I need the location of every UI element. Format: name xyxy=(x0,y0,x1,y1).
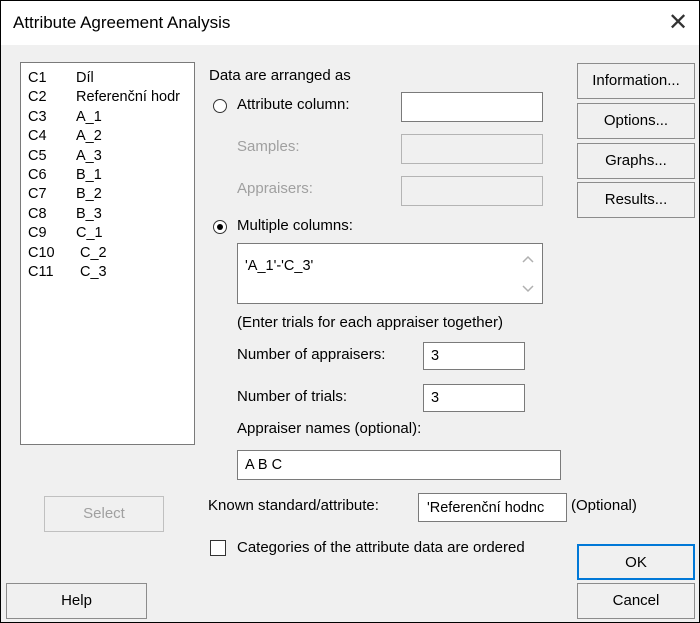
multiple-columns-field[interactable]: 'A_1'-'C_3' xyxy=(237,243,543,304)
attribute-agreement-dialog: Attribute Agreement Analysis ✕ C1 Díl C2 Re… xyxy=(0,0,700,623)
num-appraisers-field[interactable]: 3 xyxy=(423,342,525,370)
attribute-column-label[interactable]: Attribute column: xyxy=(237,96,350,113)
column-id: C9 xyxy=(28,225,47,242)
column-id: C5 xyxy=(28,147,47,164)
results-button[interactable]: Results... xyxy=(577,182,695,218)
column-list-item[interactable]: C3 A_1 xyxy=(28,109,102,125)
column-id: C3 xyxy=(28,108,47,125)
column-name: B_2 xyxy=(76,186,102,203)
column-id: C1 xyxy=(28,70,47,86)
close-icon[interactable]: ✕ xyxy=(663,7,693,37)
attribute-column-radio[interactable] xyxy=(213,99,227,113)
column-id: C10 xyxy=(28,244,55,261)
column-list-item[interactable]: C6 B_1 xyxy=(28,167,102,183)
column-name: C_2 xyxy=(80,244,107,261)
options-button[interactable]: Options... xyxy=(577,103,695,139)
column-name: B_1 xyxy=(76,167,102,183)
trials-hint: (Enter trials for each appraiser togethe… xyxy=(237,314,503,331)
ordered-categories-label[interactable]: Categories of the attribute data are ord… xyxy=(237,539,525,556)
multiple-columns-value: 'A_1'-'C_3' xyxy=(245,258,314,274)
appraiser-names-field[interactable]: A B C xyxy=(237,450,561,480)
column-name: B_3 xyxy=(76,205,102,222)
select-button[interactable]: Select xyxy=(44,496,164,532)
column-name: Referenční hodr xyxy=(76,89,180,106)
column-list-item[interactable]: C7 B_2 xyxy=(28,186,102,202)
column-list-item[interactable]: C8 B_3 xyxy=(28,206,102,222)
multiple-columns-label[interactable]: Multiple columns: xyxy=(237,217,353,234)
cancel-button[interactable]: Cancel xyxy=(577,583,695,619)
column-id: C4 xyxy=(28,128,47,145)
ok-button[interactable]: OK xyxy=(577,544,695,580)
column-list-item[interactable]: C1 Díl xyxy=(28,70,94,86)
column-list[interactable]: C1 Díl C2 Referenční hodr C3 A_1 C4 A_2 C5 A_3 C6 B… xyxy=(20,62,195,445)
column-name: C_3 xyxy=(80,264,107,280)
multiple-columns-radio[interactable] xyxy=(213,220,227,234)
samples-field xyxy=(401,134,543,164)
column-list-item[interactable]: C4 A_2 xyxy=(28,128,102,144)
column-name: A_1 xyxy=(76,108,102,125)
arrangement-heading: Data are arranged as xyxy=(209,67,351,84)
column-list-item[interactable]: C2 Referenční hodr xyxy=(28,89,180,105)
num-appraisers-label: Number of appraisers: xyxy=(237,346,386,363)
ordered-categories-checkbox[interactable] xyxy=(210,540,226,556)
information-button[interactable]: Information... xyxy=(577,63,695,99)
column-id: C7 xyxy=(28,186,47,203)
column-id: C8 xyxy=(28,205,47,222)
num-trials-value: 3 xyxy=(431,390,440,406)
num-trials-label: Number of trials: xyxy=(237,388,348,405)
known-standard-value: 'Referenční hodnc xyxy=(427,499,545,516)
window-title: Attribute Agreement Analysis xyxy=(13,13,231,32)
column-list-item[interactable]: C5 A_3 xyxy=(28,148,102,164)
attribute-column-field[interactable] xyxy=(401,92,543,122)
appraiser-names-label: Appraiser names (optional): xyxy=(237,420,422,437)
radio-selected-dot xyxy=(217,224,223,230)
column-name: C_1 xyxy=(76,225,103,242)
appraiser-names-value: A B C xyxy=(245,457,283,473)
column-name: A_3 xyxy=(76,147,102,164)
column-name: Díl xyxy=(76,70,94,86)
column-id: C11 xyxy=(28,264,54,280)
known-standard-label: Known standard/attribute: xyxy=(208,497,379,514)
appraisers-field xyxy=(401,176,543,206)
appraisers-label: Appraisers: xyxy=(237,180,313,197)
column-list-item[interactable]: C11 C_3 xyxy=(28,264,107,280)
help-button[interactable]: Help xyxy=(6,583,147,619)
column-list-item[interactable]: C10 C_2 xyxy=(28,245,107,261)
scroll-down-icon[interactable] xyxy=(521,284,535,294)
title-bar: Attribute Agreement Analysis ✕ xyxy=(1,1,699,45)
scroll-up-icon[interactable] xyxy=(521,254,535,264)
column-list-item[interactable]: C9 C_1 xyxy=(28,225,103,241)
column-id: C2 xyxy=(28,89,47,106)
graphs-button[interactable]: Graphs... xyxy=(577,143,695,179)
known-standard-field[interactable]: 'Referenční hodnc xyxy=(418,493,567,522)
column-name: A_2 xyxy=(76,128,102,145)
num-appraisers-value: 3 xyxy=(431,348,440,364)
num-trials-field[interactable]: 3 xyxy=(423,384,525,412)
known-standard-optional: (Optional) xyxy=(571,497,637,514)
column-id: C6 xyxy=(28,167,47,183)
samples-label: Samples: xyxy=(237,138,300,155)
